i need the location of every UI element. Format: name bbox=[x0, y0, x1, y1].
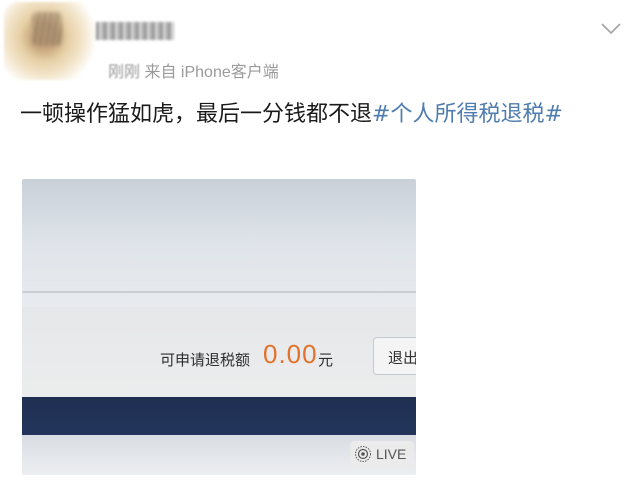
logout-button: 退出 bbox=[373, 337, 416, 375]
refund-amount: 0.00 bbox=[263, 339, 318, 369]
navy-bar bbox=[22, 397, 416, 435]
user-avatar[interactable] bbox=[4, 2, 100, 80]
post-time: 刚刚 bbox=[108, 64, 141, 81]
live-photo-icon bbox=[355, 446, 371, 462]
post-source: 来自 iPhone客户端 bbox=[144, 64, 279, 81]
refund-unit: 元 bbox=[318, 351, 334, 369]
user-name-blurred[interactable] bbox=[96, 22, 174, 40]
live-badge[interactable]: LIVE bbox=[350, 441, 414, 467]
post-photo[interactable]: 可申请退税额 0.00 元 退出 LIVE bbox=[22, 179, 416, 475]
post-text: 一顿操作猛如虎，最后一分钱都不退#个人所得税退税# bbox=[20, 98, 630, 132]
live-label: LIVE bbox=[376, 446, 407, 462]
post-meta: 刚刚 来自 iPhone客户端 bbox=[108, 58, 279, 82]
chevron-down-icon[interactable] bbox=[600, 22, 622, 36]
refund-label: 可申请退税额 bbox=[160, 351, 251, 369]
post-body: 一顿操作猛如虎，最后一分钱都不退 bbox=[20, 102, 373, 127]
hashtag-link[interactable]: #个人所得税退税# bbox=[372, 102, 563, 127]
screen-divider bbox=[22, 291, 416, 293]
